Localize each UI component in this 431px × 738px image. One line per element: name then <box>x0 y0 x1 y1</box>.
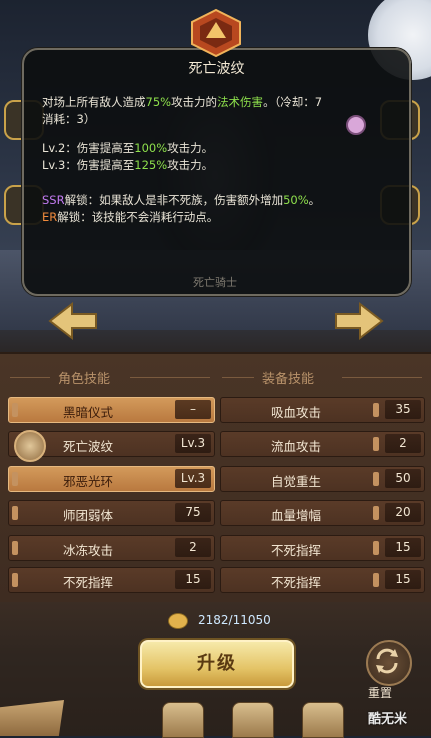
skill-name: 黑暗仪式 <box>62 405 113 420</box>
skill-name: 血量增幅 <box>270 508 321 523</box>
tooltip-ssr: SSR解锁：如果敌人是非不死族，伤害额外增加50%。 <box>42 192 392 209</box>
skill-name: 邪恶光环 <box>62 474 113 489</box>
skill-value: 50 <box>385 469 421 488</box>
bottom-tab-2[interactable] <box>232 702 274 738</box>
role-skill-row[interactable]: 冰冻攻击 2 <box>8 535 215 561</box>
desc-percent: 75% <box>145 95 172 109</box>
equip-skill-row[interactable]: 流血攻击 2 <box>220 431 425 457</box>
reset-label: 重置 <box>368 686 393 700</box>
skill-value: 2 <box>175 538 211 557</box>
skill-value: 2 <box>385 434 421 453</box>
skill-name: 流血攻击 <box>270 439 321 454</box>
previous-hero-arrow-icon[interactable] <box>48 302 98 340</box>
skill-name: 不死指挥 <box>270 543 321 558</box>
role-skills-header: 角色技能 <box>58 372 111 387</box>
role-skill-row[interactable]: 邪恶光环 Lv.3 <box>8 466 215 492</box>
skill-value: 15 <box>385 570 421 589</box>
ssr-tag: SSR <box>42 193 65 207</box>
reset-button[interactable] <box>366 640 412 686</box>
skill-value: 15 <box>385 538 421 557</box>
ssr-text: 解锁：如果敌人是非不死族，伤害额外增加 <box>64 193 284 207</box>
row-grip <box>373 506 379 520</box>
tooltip-er: ER解锁：该技能不会消耗行动点。 <box>42 209 392 226</box>
class-badge-icon <box>191 8 241 58</box>
tooltip-title: 死亡波纹 <box>188 61 245 77</box>
lv3-text: Lv.3：伤害提高至 <box>42 158 135 172</box>
skill-name: 自觉重生 <box>270 474 321 489</box>
row-grip <box>373 403 379 417</box>
hero-name: 死亡骑士 <box>193 276 237 289</box>
lv2-text: Lv.2：伤害提高至 <box>42 141 135 155</box>
tooltip-cost: 消耗：3） <box>42 112 96 126</box>
lv2-percent: 100% <box>134 141 168 155</box>
skill-name: 冰冻攻击 <box>62 543 113 558</box>
skill-value: 15 <box>175 570 211 589</box>
ssr-suffix: 。 <box>308 193 321 207</box>
tooltip-lv2: Lv.2：伤害提高至100%攻击力。 <box>42 140 392 157</box>
ssr-percent: 50% <box>283 193 309 207</box>
skill-value: Lv.3 <box>175 469 211 488</box>
divider <box>130 377 210 378</box>
lv3-percent: 125% <box>134 158 168 172</box>
skill-name: 师团弱体 <box>62 508 113 523</box>
skill-value: 75 <box>175 503 211 522</box>
tooltip-body: 对场上所有敌人造成75%攻击力的法术伤害。（冷却：7 消耗：3） Lv.2：伤害… <box>42 94 392 226</box>
equip-skill-row[interactable]: 血量增幅 20 <box>220 500 425 526</box>
equip-skills-header: 装备技能 <box>262 372 315 387</box>
skill-value: 20 <box>385 503 421 522</box>
er-tag: ER <box>42 210 58 224</box>
currency-amount: 2182/11050 <box>198 613 271 627</box>
selected-skill-icon <box>14 430 46 462</box>
bottom-tab-3[interactable] <box>302 702 344 738</box>
divider <box>222 377 254 378</box>
er-text: 解锁：该技能不会消耗行动点。 <box>57 210 219 224</box>
desc-text-2: 攻击力的 <box>171 95 218 109</box>
desc-text: 对场上所有敌人造成 <box>42 95 146 109</box>
role-skill-row[interactable]: 不死指挥 15 <box>8 567 215 593</box>
divider <box>10 377 50 378</box>
skill-name: 不死指挥 <box>62 575 113 590</box>
skill-name: 不死指挥 <box>270 575 321 590</box>
upgrade-button[interactable]: 升级 <box>140 640 294 688</box>
skull-ring-icon <box>346 115 366 135</box>
gold-coin-icon <box>168 613 188 629</box>
lv2-suffix: 攻击力。 <box>167 141 214 155</box>
row-grip <box>373 472 379 486</box>
role-skill-row[interactable]: 黑暗仪式 – <box>8 397 215 423</box>
skill-name: 吸血攻击 <box>270 405 321 420</box>
watermark: 酷无米 <box>368 712 408 727</box>
skill-value: – <box>175 400 211 419</box>
row-grip <box>373 437 379 451</box>
equip-skill-row[interactable]: 吸血攻击 35 <box>220 397 425 423</box>
equip-skill-row[interactable]: 自觉重生 50 <box>220 466 425 492</box>
row-grip <box>373 573 379 587</box>
bottom-tab-1[interactable] <box>162 702 204 738</box>
divider <box>342 377 422 378</box>
desc-cooldown: 。（冷却：7 <box>263 95 323 109</box>
skill-tooltip: 死亡波纹 对场上所有敌人造成75%攻击力的法术伤害。（冷却：7 消耗：3） Lv… <box>22 48 411 296</box>
lv3-suffix: 攻击力。 <box>167 158 214 172</box>
next-hero-arrow-icon[interactable] <box>334 302 384 340</box>
equip-skill-row[interactable]: 不死指挥 15 <box>220 535 425 561</box>
skill-value: 35 <box>385 400 421 419</box>
tooltip-lv3: Lv.3：伤害提高至125%攻击力。 <box>42 157 392 174</box>
skill-value: Lv.3 <box>175 434 211 453</box>
role-skill-row[interactable]: 师团弱体 75 <box>8 500 215 526</box>
row-grip <box>373 541 379 555</box>
equip-skill-row[interactable]: 不死指挥 15 <box>220 567 425 593</box>
desc-damage-type: 法术伤害 <box>217 95 264 109</box>
tooltip-description: 对场上所有敌人造成75%攻击力的法术伤害。（冷却：7 <box>42 94 392 111</box>
refresh-icon <box>376 648 398 674</box>
